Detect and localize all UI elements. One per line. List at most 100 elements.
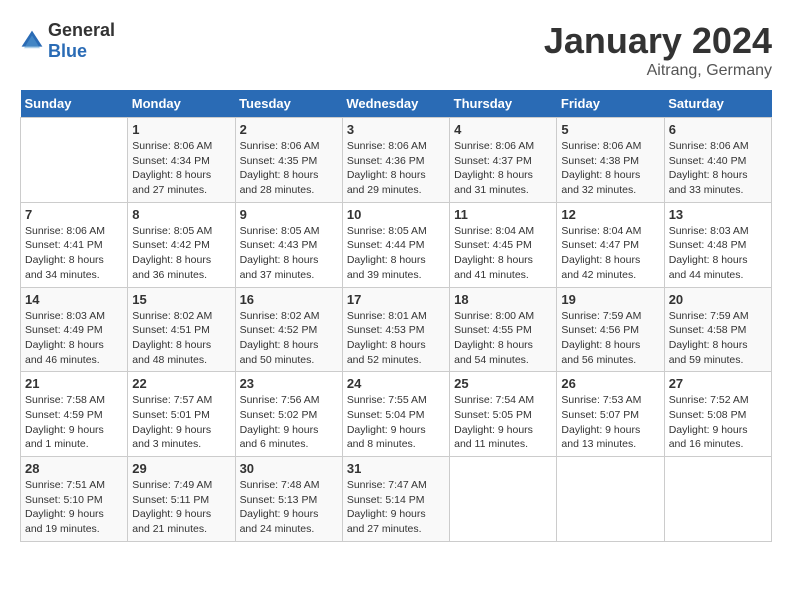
calendar-cell: 7 Sunrise: 8:06 AMSunset: 4:41 PMDaylight…: [21, 202, 128, 287]
day-info: Sunrise: 7:57 AMSunset: 5:01 PMDaylight:…: [132, 393, 230, 452]
day-number: 29: [132, 461, 230, 476]
calendar-cell: 2 Sunrise: 8:06 AMSunset: 4:35 PMDaylight…: [235, 118, 342, 203]
day-info: Sunrise: 7:54 AMSunset: 5:05 PMDaylight:…: [454, 393, 552, 452]
day-info: Sunrise: 8:06 AMSunset: 4:35 PMDaylight:…: [240, 139, 338, 198]
logo: General Blue: [20, 20, 115, 62]
calendar-week-row: 7 Sunrise: 8:06 AMSunset: 4:41 PMDaylight…: [21, 202, 772, 287]
day-info: Sunrise: 8:02 AMSunset: 4:51 PMDaylight:…: [132, 309, 230, 368]
day-number: 15: [132, 292, 230, 307]
month-title: January 2024: [544, 20, 772, 62]
day-number: 1: [132, 122, 230, 137]
day-info: Sunrise: 7:55 AMSunset: 5:04 PMDaylight:…: [347, 393, 445, 452]
day-info: Sunrise: 8:06 AMSunset: 4:41 PMDaylight:…: [25, 224, 123, 283]
calendar-cell: 19 Sunrise: 7:59 AMSunset: 4:56 PMDayligh…: [557, 287, 664, 372]
calendar-week-row: 21 Sunrise: 7:58 AMSunset: 4:59 PMDayligh…: [21, 372, 772, 457]
calendar-cell: 25 Sunrise: 7:54 AMSunset: 5:05 PMDayligh…: [450, 372, 557, 457]
day-number: 28: [25, 461, 123, 476]
calendar-cell: [557, 457, 664, 542]
day-number: 16: [240, 292, 338, 307]
day-info: Sunrise: 7:59 AMSunset: 4:58 PMDaylight:…: [669, 309, 767, 368]
day-number: 23: [240, 376, 338, 391]
weekday-header: Sunday: [21, 90, 128, 118]
day-number: 18: [454, 292, 552, 307]
day-info: Sunrise: 8:06 AMSunset: 4:37 PMDaylight:…: [454, 139, 552, 198]
calendar-cell: 22 Sunrise: 7:57 AMSunset: 5:01 PMDayligh…: [128, 372, 235, 457]
day-number: 14: [25, 292, 123, 307]
day-info: Sunrise: 7:59 AMSunset: 4:56 PMDaylight:…: [561, 309, 659, 368]
day-info: Sunrise: 8:06 AMSunset: 4:36 PMDaylight:…: [347, 139, 445, 198]
weekday-header: Wednesday: [342, 90, 449, 118]
day-number: 21: [25, 376, 123, 391]
calendar-cell: 31Sunrise: 7:47 AMSunset: 5:14 PMDayligh…: [342, 457, 449, 542]
day-info: Sunrise: 8:02 AMSunset: 4:52 PMDaylight:…: [240, 309, 338, 368]
weekday-header: Thursday: [450, 90, 557, 118]
calendar-cell: 26Sunrise: 7:53 AMSunset: 5:07 PMDayligh…: [557, 372, 664, 457]
day-info: Sunrise: 8:05 AMSunset: 4:42 PMDaylight:…: [132, 224, 230, 283]
day-number: 10: [347, 207, 445, 222]
logo-icon: [20, 29, 44, 53]
day-number: 5: [561, 122, 659, 137]
calendar-cell: 29Sunrise: 7:49 AMSunset: 5:11 PMDayligh…: [128, 457, 235, 542]
calendar-cell: 12 Sunrise: 8:04 AMSunset: 4:47 PMDayligh…: [557, 202, 664, 287]
calendar-cell: 16 Sunrise: 8:02 AMSunset: 4:52 PMDayligh…: [235, 287, 342, 372]
day-info: Sunrise: 7:53 AMSunset: 5:07 PMDaylight:…: [561, 393, 659, 452]
day-number: 13: [669, 207, 767, 222]
calendar-cell: 20Sunrise: 7:59 AMSunset: 4:58 PMDayligh…: [664, 287, 771, 372]
day-info: Sunrise: 8:06 AMSunset: 4:34 PMDaylight:…: [132, 139, 230, 198]
day-info: Sunrise: 8:04 AMSunset: 4:45 PMDaylight:…: [454, 224, 552, 283]
day-info: Sunrise: 8:05 AMSunset: 4:44 PMDaylight:…: [347, 224, 445, 283]
calendar-cell: 17 Sunrise: 8:01 AMSunset: 4:53 PMDayligh…: [342, 287, 449, 372]
weekday-header: Friday: [557, 90, 664, 118]
calendar-cell: [664, 457, 771, 542]
calendar-table: SundayMondayTuesdayWednesdayThursdayFrid…: [20, 90, 772, 542]
day-info: Sunrise: 8:00 AMSunset: 4:55 PMDaylight:…: [454, 309, 552, 368]
day-number: 12: [561, 207, 659, 222]
day-number: 11: [454, 207, 552, 222]
calendar-cell: 27 Sunrise: 7:52 AMSunset: 5:08 PMDayligh…: [664, 372, 771, 457]
day-number: 25: [454, 376, 552, 391]
day-number: 6: [669, 122, 767, 137]
day-info: Sunrise: 8:05 AMSunset: 4:43 PMDaylight:…: [240, 224, 338, 283]
day-info: Sunrise: 8:01 AMSunset: 4:53 PMDaylight:…: [347, 309, 445, 368]
day-number: 2: [240, 122, 338, 137]
calendar-cell: 14 Sunrise: 8:03 AMSunset: 4:49 PMDayligh…: [21, 287, 128, 372]
day-info: Sunrise: 7:58 AMSunset: 4:59 PMDaylight:…: [25, 393, 123, 452]
day-number: 8: [132, 207, 230, 222]
day-info: Sunrise: 7:47 AMSunset: 5:14 PMDaylight:…: [347, 478, 445, 537]
calendar-cell: [450, 457, 557, 542]
day-number: 7: [25, 207, 123, 222]
day-number: 27: [669, 376, 767, 391]
calendar-header-row: SundayMondayTuesdayWednesdayThursdayFrid…: [21, 90, 772, 118]
day-info: Sunrise: 8:03 AMSunset: 4:49 PMDaylight:…: [25, 309, 123, 368]
calendar-cell: 15 Sunrise: 8:02 AMSunset: 4:51 PMDayligh…: [128, 287, 235, 372]
calendar-week-row: 1 Sunrise: 8:06 AMSunset: 4:34 PMDaylight…: [21, 118, 772, 203]
calendar-cell: 24 Sunrise: 7:55 AMSunset: 5:04 PMDayligh…: [342, 372, 449, 457]
calendar-cell: 18 Sunrise: 8:00 AMSunset: 4:55 PMDayligh…: [450, 287, 557, 372]
day-number: 19: [561, 292, 659, 307]
day-info: Sunrise: 7:52 AMSunset: 5:08 PMDaylight:…: [669, 393, 767, 452]
calendar-body: 1 Sunrise: 8:06 AMSunset: 4:34 PMDaylight…: [21, 118, 772, 542]
calendar-cell: 23Sunrise: 7:56 AMSunset: 5:02 PMDayligh…: [235, 372, 342, 457]
logo-general: General Blue: [48, 20, 115, 62]
calendar-cell: 30Sunrise: 7:48 AMSunset: 5:13 PMDayligh…: [235, 457, 342, 542]
calendar-cell: 8 Sunrise: 8:05 AMSunset: 4:42 PMDaylight…: [128, 202, 235, 287]
day-number: 17: [347, 292, 445, 307]
calendar-cell: 4Sunrise: 8:06 AMSunset: 4:37 PMDaylight…: [450, 118, 557, 203]
day-number: 24: [347, 376, 445, 391]
day-number: 22: [132, 376, 230, 391]
weekday-header: Saturday: [664, 90, 771, 118]
day-info: Sunrise: 8:04 AMSunset: 4:47 PMDaylight:…: [561, 224, 659, 283]
calendar-cell: 3 Sunrise: 8:06 AMSunset: 4:36 PMDaylight…: [342, 118, 449, 203]
calendar-week-row: 28Sunrise: 7:51 AMSunset: 5:10 PMDayligh…: [21, 457, 772, 542]
weekday-header: Tuesday: [235, 90, 342, 118]
day-number: 3: [347, 122, 445, 137]
day-info: Sunrise: 7:48 AMSunset: 5:13 PMDaylight:…: [240, 478, 338, 537]
page-header: General Blue January 2024 Aitrang, Germa…: [20, 20, 772, 80]
calendar-cell: 5Sunrise: 8:06 AMSunset: 4:38 PMDaylight…: [557, 118, 664, 203]
weekday-header: Monday: [128, 90, 235, 118]
day-info: Sunrise: 8:06 AMSunset: 4:40 PMDaylight:…: [669, 139, 767, 198]
calendar-cell: 28Sunrise: 7:51 AMSunset: 5:10 PMDayligh…: [21, 457, 128, 542]
calendar-cell: 13Sunrise: 8:03 AMSunset: 4:48 PMDayligh…: [664, 202, 771, 287]
calendar-cell: 1 Sunrise: 8:06 AMSunset: 4:34 PMDaylight…: [128, 118, 235, 203]
calendar-cell: 11 Sunrise: 8:04 AMSunset: 4:45 PMDayligh…: [450, 202, 557, 287]
